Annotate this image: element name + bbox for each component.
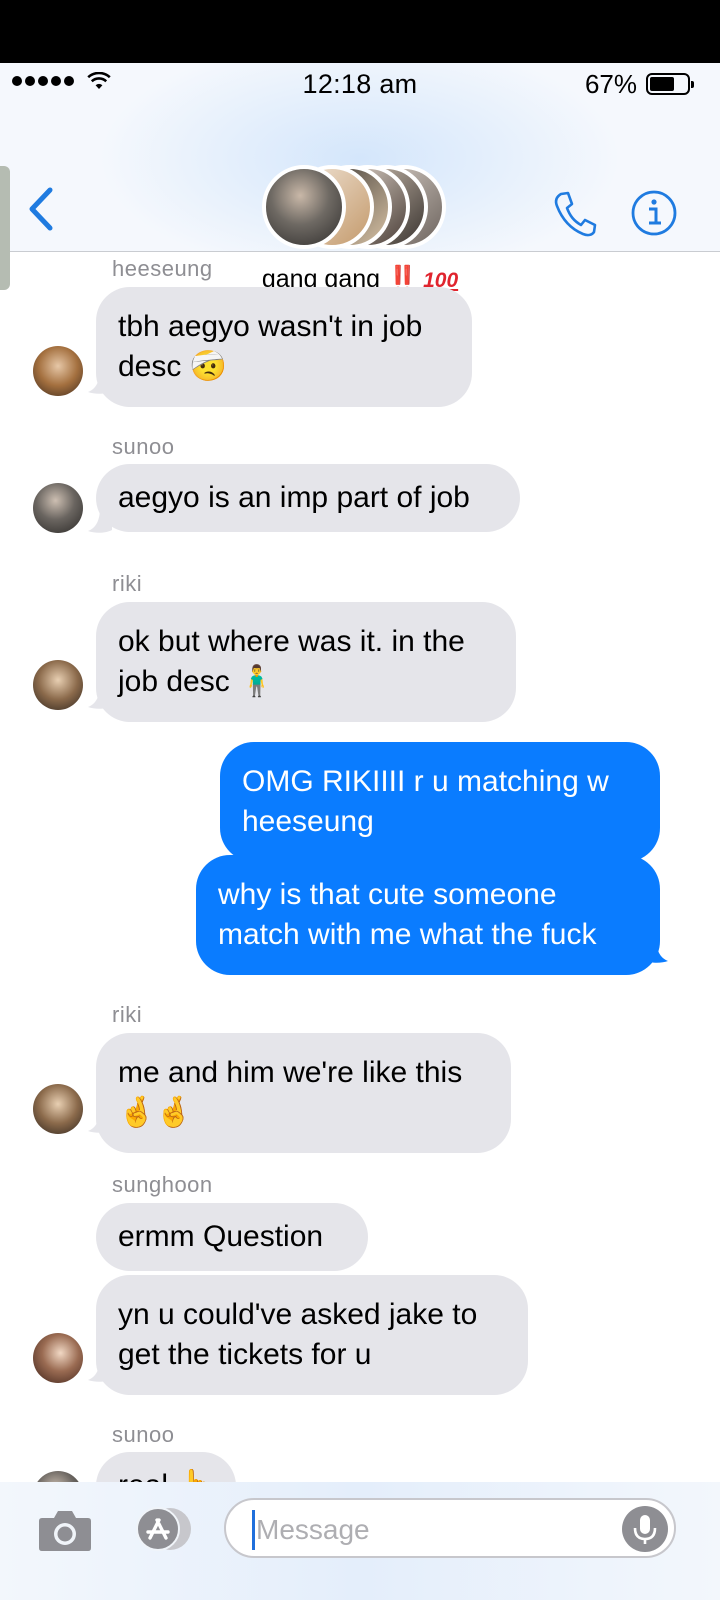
avatar[interactable] — [33, 1333, 83, 1383]
incoming-message-bubble[interactable]: real 👆 — [96, 1452, 236, 1482]
top-black-bar — [0, 0, 720, 63]
text-cursor — [252, 1510, 255, 1550]
sender-name: riki — [112, 571, 143, 596]
compose-bar — [0, 1482, 720, 1600]
message-line: desc 🤕 — [118, 350, 228, 383]
battery-icon — [646, 73, 694, 95]
message-line: tbh aegyo wasn't in job — [118, 310, 423, 343]
message-line: match with me what the fuck — [218, 918, 597, 951]
status-bar: 12:18 am 67% — [0, 63, 720, 103]
message-line: ermm Question — [118, 1220, 324, 1253]
bubble-tail — [88, 508, 112, 533]
bubble-tail — [88, 684, 112, 709]
info-icon[interactable] — [630, 189, 678, 237]
incoming-message-bubble[interactable]: ok but where was it. in the job desc 🧍‍♂… — [96, 602, 516, 722]
avatar[interactable] — [33, 660, 83, 710]
message-line: me and him we're like this — [118, 1056, 463, 1089]
incoming-message-bubble[interactable]: yn u could've asked jake to get the tick… — [96, 1275, 528, 1395]
sender-name: sunoo — [112, 1422, 175, 1447]
message-line: OMG RIKIIII r u matching w — [242, 765, 609, 798]
microphone-icon[interactable] — [622, 1506, 668, 1552]
conversation-header: 12:18 am 67% gang gang ‼️ 100 — [0, 63, 720, 293]
message-line: get the tickets for u — [118, 1338, 372, 1371]
back-chevron-icon[interactable] — [26, 186, 56, 232]
bubble-tail — [644, 938, 668, 963]
avatar[interactable] — [33, 1084, 83, 1134]
message-line: real 👆 — [118, 1466, 214, 1482]
message-line: aegyo is an imp part of job — [118, 481, 470, 514]
phone-icon[interactable] — [552, 189, 598, 237]
sender-name: riki — [112, 1002, 143, 1027]
avatar[interactable] — [33, 346, 83, 396]
message-line: why is that cute someone — [218, 878, 557, 911]
message-input[interactable] — [256, 1508, 616, 1552]
avatar — [262, 165, 346, 249]
message-line: yn u could've asked jake to — [118, 1298, 478, 1331]
camera-icon[interactable] — [38, 1506, 92, 1552]
incoming-message-bubble[interactable]: aegyo is an imp part of job — [96, 464, 520, 532]
outgoing-message-bubble[interactable]: why is that cute someone match with me w… — [196, 855, 660, 975]
bubble-tail — [88, 369, 112, 394]
battery-percent: 67% — [584, 69, 637, 99]
incoming-message-bubble[interactable]: me and him we're like this 🤞🤞 — [96, 1033, 511, 1153]
message-list[interactable]: heeseung tbh aegyo wasn't in job desc 🤕 … — [0, 252, 720, 1482]
message-field[interactable] — [224, 1498, 676, 1558]
sender-name: heeseung — [112, 256, 213, 281]
avatar[interactable] — [33, 1471, 83, 1482]
avatar[interactable] — [33, 483, 83, 533]
sender-name: sunghoon — [112, 1172, 213, 1197]
incoming-message-bubble[interactable]: tbh aegyo wasn't in job desc 🤕 — [96, 287, 472, 407]
app-store-icon[interactable] — [128, 1506, 194, 1552]
message-line: 🤞🤞 — [118, 1096, 193, 1129]
outgoing-message-bubble[interactable]: OMG RIKIIII r u matching w heeseung — [220, 742, 660, 862]
sender-name: sunoo — [112, 434, 175, 459]
message-line: heeseung — [242, 805, 374, 838]
message-line: job desc 🧍‍♂️ — [118, 665, 276, 698]
incoming-message-bubble[interactable]: ermm Question — [96, 1203, 368, 1271]
message-line: ok but where was it. in the — [118, 625, 465, 658]
bubble-tail — [88, 1108, 112, 1133]
group-avatar-stack[interactable] — [262, 165, 447, 249]
bubble-tail — [88, 1357, 112, 1382]
